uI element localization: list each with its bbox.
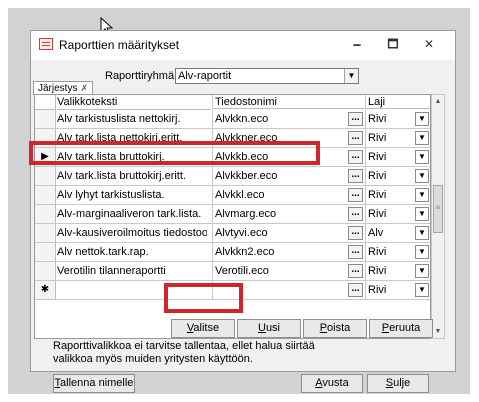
maximize-icon[interactable]: 🗖 — [381, 35, 405, 53]
table-row[interactable]: Alv-kausiveroilmoitus tiedostoon Alvtyvi.… — [35, 224, 430, 243]
table-row[interactable]: Alv nettok.tark.rap. Alvkkn2.eco... Rivi ▼ — [35, 243, 430, 262]
cell-type[interactable]: Rivi — [365, 205, 413, 223]
cell-type[interactable]: Rivi — [365, 243, 413, 261]
cell-file-name[interactable]: Alvkkn.eco — [212, 110, 350, 128]
browse-file-button[interactable]: ... — [348, 226, 363, 240]
minimize-icon[interactable]: 🗕 — [345, 35, 369, 53]
new-button[interactable]: Uusi — [237, 319, 301, 338]
chevron-down-icon[interactable]: ▼ — [415, 207, 429, 221]
cell-menu-text[interactable]: Alv nettok.tark.rap. — [57, 246, 207, 258]
cell-type[interactable]: Rivi — [365, 186, 413, 204]
table-row[interactable]: Alv lyhyt tarkistuslista. Alvkkl.eco... Ri… — [35, 186, 430, 205]
cell-menu-text[interactable]: Alv-kausiveroilmoitus tiedostoon — [57, 227, 207, 239]
report-group-label: Raporttiryhmä — [105, 70, 175, 82]
row-selector[interactable] — [35, 110, 56, 128]
chevron-down-icon[interactable]: ▼ — [415, 188, 429, 202]
cell-file-name[interactable]: Alvtyvi.eco — [212, 224, 350, 242]
table-row[interactable]: Alv tarkistuslista nettokirj. Alvkkn.eco.… — [35, 110, 430, 129]
title-bar: Raporttien määritykset 🗕 🗖 ✕ — [31, 31, 455, 60]
cancel-button[interactable]: Peruuta — [369, 319, 433, 338]
cell-menu-text[interactable]: Alv tarkistuslista nettokirj. — [57, 113, 207, 125]
scroll-up-icon[interactable]: ▲ — [432, 95, 444, 108]
chevron-down-icon[interactable]: ▼ — [415, 131, 429, 145]
chevron-down-icon[interactable]: ▼ — [415, 112, 429, 126]
window-title: Raporttien määritykset — [59, 38, 180, 52]
row-selector[interactable] — [35, 186, 56, 204]
browse-file-button[interactable]: ... — [348, 112, 363, 126]
browse-file-button[interactable]: ... — [348, 188, 363, 202]
cell-menu-text[interactable]: Alv lyhyt tarkistuslista. — [57, 189, 207, 201]
chevron-down-icon[interactable]: ▼ — [344, 69, 358, 83]
info-note: Raporttivalikkoa ei tarvitse tallentaa, … — [53, 340, 315, 365]
chevron-down-icon[interactable]: ▼ — [415, 245, 429, 259]
row-selector[interactable] — [35, 224, 56, 242]
report-group-combo[interactable]: Alv-raportit ▼ — [175, 68, 359, 84]
cell-menu-text[interactable]: Alv-marginaaliveron tark.lista. — [57, 208, 207, 220]
cell-type[interactable]: Rivi — [365, 262, 413, 280]
cell-menu-text[interactable]: Verotilin tilanneraportti — [57, 265, 207, 277]
row-selector-header — [35, 95, 56, 110]
report-settings-window: Raporttien määritykset 🗕 🗖 ✕ Raporttiryh… — [30, 30, 456, 393]
dialog-body: Raporttiryhmä Alv-raportit ▼ Järjestys ✗ … — [31, 60, 455, 393]
scroll-down-icon[interactable]: ▼ — [432, 325, 444, 338]
column-header-type[interactable]: Laji — [365, 95, 430, 109]
app-icon — [39, 38, 53, 50]
vertical-scrollbar[interactable]: ▲ ≡ ▼ — [431, 94, 445, 339]
browse-file-button[interactable]: ... — [348, 207, 363, 221]
browse-file-button[interactable]: ... — [348, 264, 363, 278]
chevron-down-icon[interactable]: ▼ — [415, 150, 429, 164]
cell-type[interactable]: Rivi — [365, 167, 413, 185]
row-selector[interactable] — [35, 205, 56, 223]
close-icon[interactable]: ✕ — [417, 35, 441, 53]
row-selector[interactable] — [35, 243, 56, 261]
tab-order[interactable]: Järjestys ✗ — [33, 81, 93, 95]
close-button[interactable]: Sulje — [367, 374, 429, 393]
cell-file-name[interactable]: Alvkkl.eco — [212, 186, 350, 204]
scroll-thumb[interactable]: ≡ — [433, 185, 443, 233]
browse-file-button[interactable]: ... — [348, 245, 363, 259]
table-row[interactable]: Alv-marginaaliveron tark.lista. Alvmarg.e… — [35, 205, 430, 224]
cell-type[interactable]: Alv — [365, 224, 413, 242]
column-header-file-name[interactable]: Tiedostonimi — [212, 95, 364, 109]
new-record-icon: ✱ — [35, 281, 56, 299]
table-row[interactable]: Alv tark.lista bruttokirj.eritt. Alvkkber… — [35, 167, 430, 186]
highlight-select-button — [164, 283, 243, 313]
report-group-value: Alv-raportit — [178, 70, 232, 82]
row-selector[interactable] — [35, 262, 56, 280]
table-row[interactable]: Verotilin tilanneraportti Verotili.eco...… — [35, 262, 430, 281]
cell-type[interactable]: Rivi — [365, 281, 413, 299]
chevron-down-icon[interactable]: ▼ — [415, 226, 429, 240]
cell-file-name[interactable]: Alvkkn2.eco — [212, 243, 350, 261]
chevron-down-icon[interactable]: ▼ — [415, 264, 429, 278]
cell-type[interactable]: Rivi — [365, 148, 413, 166]
save-as-button[interactable]: Tallenna nimelle — [53, 374, 135, 393]
row-selector[interactable] — [35, 167, 56, 185]
cell-menu-text[interactable]: Alv tark.lista bruttokirj.eritt. — [57, 170, 207, 182]
browse-file-button[interactable]: ... — [348, 169, 363, 183]
cell-file-name[interactable]: Alvmarg.eco — [212, 205, 350, 223]
chevron-down-icon[interactable]: ▼ — [415, 283, 429, 297]
help-button[interactable]: Avusta — [301, 374, 363, 393]
tab-close-icon[interactable]: ✗ — [80, 83, 88, 93]
column-header-menu-text[interactable]: Valikkoteksti — [57, 95, 211, 110]
cell-file-name[interactable]: Verotili.eco — [212, 262, 350, 280]
delete-button[interactable]: Poista — [303, 319, 367, 338]
cell-type[interactable]: Rivi — [365, 129, 413, 147]
browse-file-button[interactable]: ... — [348, 283, 363, 297]
select-button[interactable]: Valitse — [171, 319, 235, 338]
highlight-selected-row — [29, 141, 320, 165]
browse-file-button[interactable]: ... — [348, 131, 363, 145]
cell-type[interactable]: Rivi — [365, 110, 413, 128]
tab-order-label: Järjestys — [38, 83, 78, 94]
browse-file-button[interactable]: ... — [348, 150, 363, 164]
chevron-down-icon[interactable]: ▼ — [415, 169, 429, 183]
cell-file-name[interactable]: Alvkkber.eco — [212, 167, 350, 185]
